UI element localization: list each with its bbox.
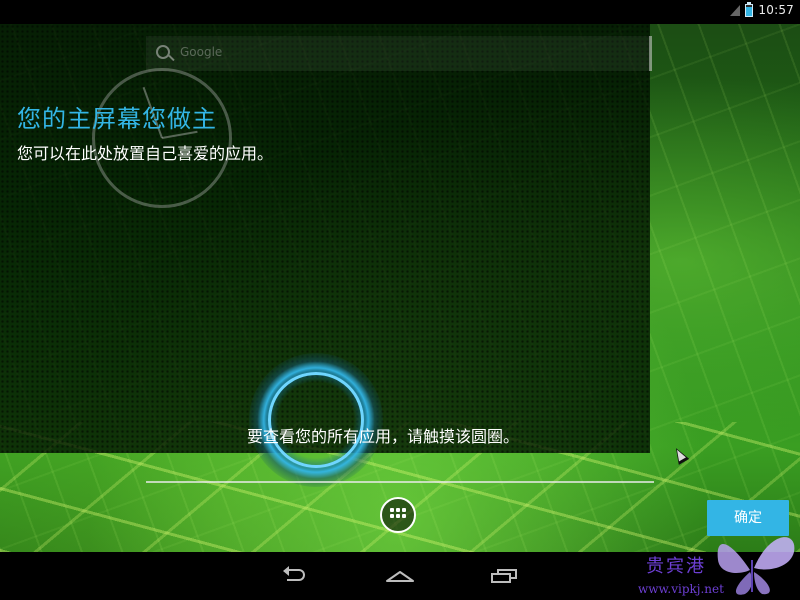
- watermark-url: www.vipkj.net: [638, 582, 724, 596]
- search-icon: [156, 45, 170, 59]
- signal-empty-icon: [730, 4, 741, 16]
- google-search-bar[interactable]: Google: [146, 36, 652, 71]
- back-icon[interactable]: [283, 566, 305, 581]
- cling-title: 您的主屏幕您做主: [17, 105, 217, 133]
- home-icon[interactable]: [385, 570, 415, 582]
- analog-clock-widget: [92, 68, 232, 208]
- status-icons: 10:57: [730, 1, 794, 17]
- all-apps-button[interactable]: [380, 497, 416, 533]
- battery-charging-icon: [745, 1, 754, 17]
- all-apps-hint: 要查看您的所有应用，请触摸该圆圈。: [247, 427, 520, 446]
- watermark-title: 贵宾港: [646, 556, 706, 577]
- cling-subtitle: 您可以在此处放置自己喜爱的应用。: [17, 144, 274, 163]
- watermark: 贵宾港 www.vipkj.net: [610, 537, 800, 600]
- status-clock: 10:57: [758, 3, 794, 17]
- apps-grid-icon: [390, 508, 406, 522]
- all-apps-highlight-ring-inner[interactable]: [268, 372, 364, 468]
- hotseat-divider: [146, 481, 654, 483]
- recents-icon[interactable]: [491, 569, 517, 583]
- search-placeholder: Google: [180, 45, 223, 59]
- android-home-screen: Google 您的主屏幕您做主 您可以在此处放置自己喜爱的应用。 要查看您的所有…: [0, 0, 800, 600]
- status-bar: 10:57: [0, 0, 800, 24]
